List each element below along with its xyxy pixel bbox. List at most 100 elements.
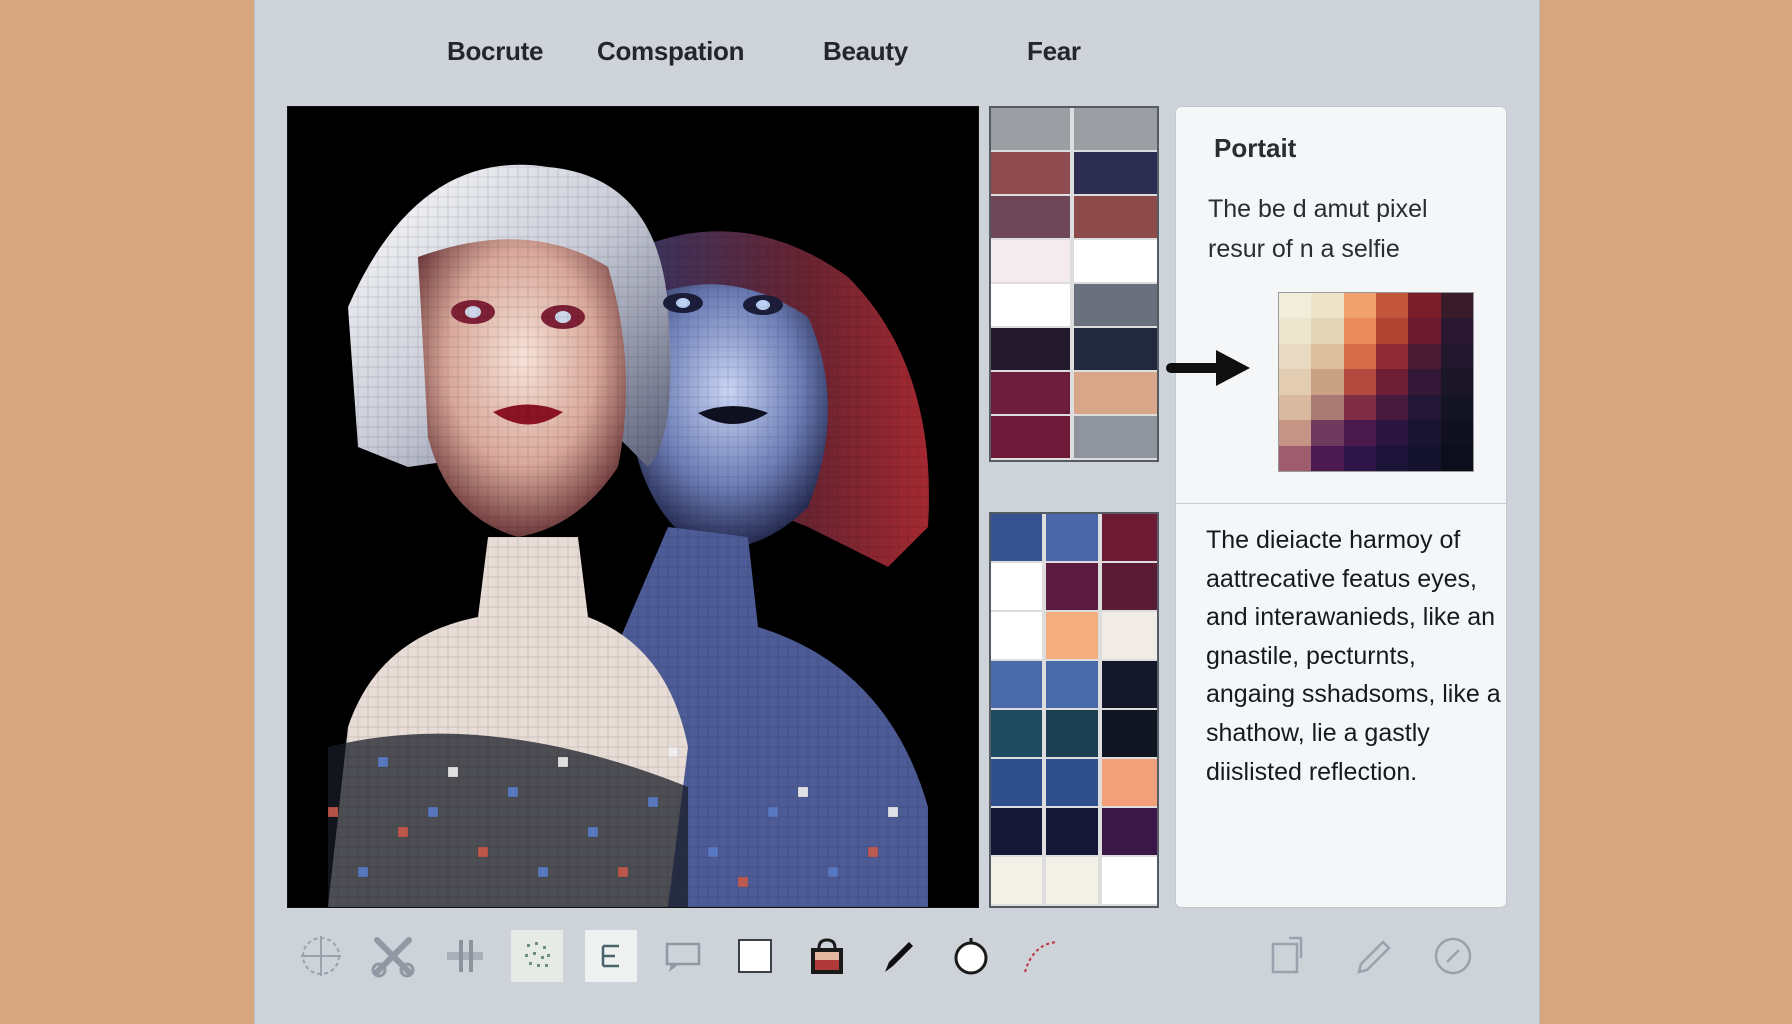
palette-cell — [1408, 445, 1441, 471]
crosshair-icon[interactable] — [295, 930, 347, 982]
color-swatch[interactable] — [991, 196, 1070, 238]
palette-panel-bottom — [989, 512, 1159, 908]
palette-cell — [1440, 369, 1473, 395]
palette-cell — [1376, 420, 1409, 446]
palette-cell — [1376, 318, 1409, 344]
app-window: Bocrute Comspation Beauty Fear Portait T… — [254, 0, 1540, 1024]
color-swatch[interactable] — [1046, 661, 1098, 708]
color-swatch[interactable] — [991, 857, 1043, 904]
color-swatch[interactable] — [991, 152, 1070, 194]
palette-cell — [1343, 293, 1376, 319]
color-swatch[interactable] — [991, 612, 1043, 659]
color-swatch[interactable] — [991, 563, 1043, 610]
palette-cell — [1343, 343, 1376, 370]
circle-icon[interactable] — [945, 930, 997, 982]
tab-comspation[interactable]: Comspation — [597, 36, 745, 67]
color-swatch[interactable] — [991, 284, 1070, 326]
bucket-icon[interactable] — [801, 930, 853, 982]
color-swatch[interactable] — [1046, 514, 1098, 561]
color-swatch[interactable] — [1074, 328, 1157, 370]
color-swatch[interactable] — [1074, 108, 1157, 150]
color-swatch[interactable] — [1046, 759, 1098, 806]
tab-beauty[interactable]: Beauty — [823, 36, 908, 67]
pixel-art-canvas[interactable] — [287, 106, 979, 908]
palette-cell — [1343, 318, 1376, 344]
color-swatch[interactable] — [1101, 808, 1157, 855]
palette-cell — [1343, 445, 1376, 471]
pencil-icon[interactable] — [1347, 930, 1399, 982]
compass-icon[interactable] — [1427, 930, 1479, 982]
color-swatch[interactable] — [991, 372, 1070, 414]
color-swatch[interactable] — [991, 661, 1043, 708]
panel-title: Portait — [1214, 133, 1297, 163]
palette-cell — [1311, 445, 1344, 471]
crop-icon[interactable] — [1261, 930, 1313, 982]
mini-palette-preview — [1278, 292, 1474, 472]
palette-cell — [1311, 293, 1344, 319]
color-swatch[interactable] — [991, 108, 1070, 150]
info-panel: Portait The be d amut pixel resur of n a… — [1175, 106, 1507, 908]
noise-icon[interactable] — [511, 930, 563, 982]
color-swatch[interactable] — [1074, 416, 1157, 458]
color-swatch[interactable] — [1046, 563, 1098, 610]
color-swatch[interactable] — [1046, 710, 1098, 757]
color-swatch[interactable] — [991, 514, 1043, 561]
palette-cell — [1376, 394, 1409, 421]
palette-cell — [1343, 369, 1376, 395]
color-swatch[interactable] — [1101, 710, 1157, 757]
panel-description: The be d amut pixel resur of n a selfie — [1208, 195, 1428, 263]
palette-cell — [1440, 343, 1473, 370]
panel-divider — [1176, 503, 1506, 504]
color-swatch[interactable] — [1046, 612, 1098, 659]
palette-cell — [1440, 293, 1473, 319]
color-swatch[interactable] — [1074, 284, 1157, 326]
palette-cell — [1408, 369, 1441, 395]
color-swatch[interactable] — [1074, 196, 1157, 238]
color-swatch[interactable] — [991, 759, 1043, 806]
tab-bar: Bocrute Comspation Beauty Fear — [255, 30, 1539, 74]
palette-cell — [1408, 318, 1441, 344]
palette-cell — [1440, 445, 1473, 471]
palette-cell — [1311, 369, 1344, 395]
color-swatch[interactable] — [991, 710, 1043, 757]
palette-cell — [1279, 293, 1312, 319]
palette-cell — [1279, 394, 1312, 421]
palette-cell — [1408, 293, 1441, 319]
palette-cell — [1376, 343, 1409, 370]
square-icon[interactable] — [729, 930, 781, 982]
color-swatch[interactable] — [1101, 661, 1157, 708]
text-icon[interactable] — [585, 930, 637, 982]
color-swatch[interactable] — [1101, 759, 1157, 806]
color-swatch[interactable] — [1046, 808, 1098, 855]
palette-cell — [1279, 420, 1312, 446]
color-swatch[interactable] — [1074, 372, 1157, 414]
palette-cell — [1311, 394, 1344, 421]
split-icon[interactable] — [439, 930, 491, 982]
color-swatch[interactable] — [1074, 240, 1157, 282]
palette-cell — [1311, 420, 1344, 446]
pen-icon[interactable] — [873, 930, 925, 982]
color-swatch[interactable] — [1074, 152, 1157, 194]
palette-cell — [1376, 369, 1409, 395]
color-swatch[interactable] — [1101, 563, 1157, 610]
palette-cell — [1279, 445, 1312, 471]
palette-cell — [1311, 343, 1344, 370]
comment-icon[interactable] — [657, 930, 709, 982]
palette-cell — [1376, 445, 1409, 471]
color-swatch[interactable] — [991, 240, 1070, 282]
color-swatch[interactable] — [1101, 514, 1157, 561]
panel-body-text: The dieiacte harmoy of aattrecative feat… — [1206, 526, 1501, 786]
color-swatch[interactable] — [1046, 857, 1098, 904]
scissors-icon[interactable] — [367, 930, 419, 982]
tab-bocrute[interactable]: Bocrute — [447, 36, 543, 67]
color-swatch[interactable] — [1101, 857, 1157, 904]
palette-cell — [1279, 318, 1312, 344]
curve-icon[interactable] — [1015, 930, 1067, 982]
color-swatch[interactable] — [991, 416, 1070, 458]
color-swatch[interactable] — [991, 328, 1070, 370]
tab-fear[interactable]: Fear — [1027, 36, 1081, 67]
palette-cell — [1279, 369, 1312, 395]
color-swatch[interactable] — [1101, 612, 1157, 659]
color-swatch[interactable] — [991, 808, 1043, 855]
palette-cell — [1279, 343, 1312, 370]
